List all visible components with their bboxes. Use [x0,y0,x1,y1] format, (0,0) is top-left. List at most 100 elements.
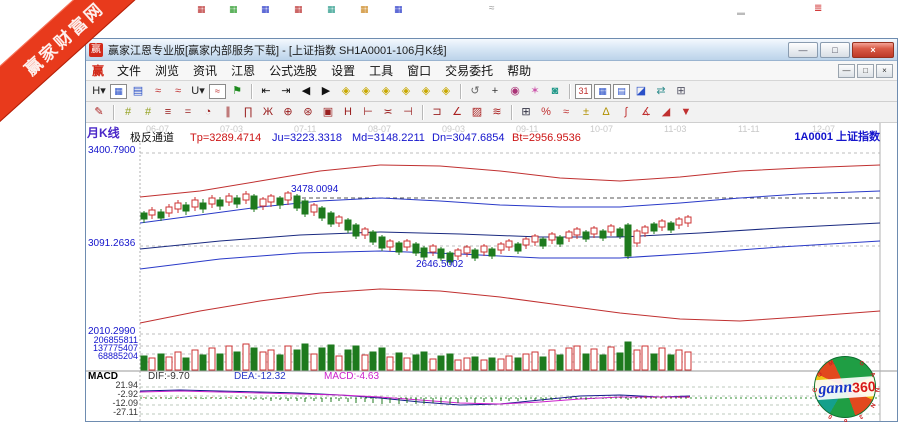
maximize-button[interactable]: □ [820,42,850,58]
gann-grid-2-icon[interactable]: # [139,104,157,121]
menu-item-8[interactable]: 窗口 [400,62,438,79]
data-transfer-icon[interactable]: ⇄ [652,83,670,100]
period-label: 月K线 [87,127,120,139]
magnifier-icon[interactable]: ◉ [506,83,524,100]
save-layout-icon[interactable]: ◪ [632,83,650,100]
box-tool-icon[interactable]: ▣ [319,104,337,121]
dn-value: Dn=3047.6854 [432,133,504,144]
grid-window-icon[interactable]: ⊞ [517,104,535,121]
refresh-icon[interactable]: ↺ [466,83,484,100]
compress-bars-icon[interactable]: ◈ [377,83,395,100]
doc-restore-button[interactable]: □ [857,64,874,78]
last-bar-icon[interactable]: ⇥ [277,83,295,100]
chart-area[interactable]: 月K线1A0001 上证指数极反通道Tp=3289.4714Ju=3223.33… [86,123,897,421]
h-tool-icon[interactable]: Η [339,104,357,121]
price-tick: 3091.2636 [88,239,135,249]
date-tick: 06-07 [146,125,169,134]
label: ▦ [197,5,206,14]
triangle-tool-icon[interactable]: ◢ [657,104,675,121]
quote-list-icon[interactable]: ▤ [613,84,630,99]
shade-tool-icon[interactable]: ▨ [468,104,486,121]
label: ▦ [294,5,303,14]
matrix-view-icon[interactable]: ▦ [594,84,611,99]
rose-tool-icon[interactable]: ⊛ [299,104,317,121]
trend-tool-1-icon[interactable]: ≈ [149,83,167,100]
flag-marker-icon[interactable]: ⚑ [228,83,246,100]
mark-tool-icon[interactable]: ✶ [526,83,544,100]
price-tick: 3400.7900 [88,146,135,156]
menu-app-icon: 赢 [92,62,104,79]
bt-line [140,289,880,323]
close-button[interactable]: × [852,42,894,58]
crosshair-icon[interactable]: + [486,83,504,100]
fit-screen-icon[interactable]: ◈ [417,83,435,100]
full-view-icon[interactable]: ◈ [437,83,455,100]
prev-bar-icon[interactable]: ◀ [297,83,315,100]
titlebar[interactable]: 赢 赢家江恩专业版[赢家内部服务下载] - [上证指数 SH1A0001-106… [86,39,897,61]
gann360-ring-char: · [844,357,846,363]
rect-select-icon[interactable]: ⊐ [428,104,446,121]
gann-grid-1-icon[interactable]: # [119,104,137,121]
menu-bar: 赢 文件浏览资讯江恩公式选股设置工具窗口交易委托帮助 —□× [86,61,897,81]
kline-style-icon[interactable]: ▦ [110,84,127,99]
next-bar-icon[interactable]: ▶ [317,83,335,100]
curve-tool-icon[interactable]: ≈ [557,104,575,121]
menu-item-10[interactable]: 帮助 [500,62,538,79]
gann-wheel-icon[interactable]: ⊕ [279,104,297,121]
angle-tool-icon[interactable]: Ж [259,104,277,121]
plusminus-tool-icon[interactable]: ± [577,104,595,121]
marker-down-icon[interactable]: ▼ [677,104,695,121]
first-bar-icon[interactable]: ⇤ [257,83,275,100]
menu-item-4[interactable]: 江恩 [224,62,262,79]
minimize-button[interactable]: — [788,42,818,58]
band-tool-icon[interactable]: ≍ [379,104,397,121]
md-value: Md=3148.2211 [352,133,425,144]
date-tick: 11-11 [738,125,760,134]
date-tick: 12-07 [812,125,835,134]
period-selector-icon[interactable]: H▾ [90,83,108,100]
vertical-lines-icon[interactable]: ∥ [219,104,237,121]
draw-pen-icon[interactable]: ✎ [90,104,108,121]
angle-measure-icon[interactable]: ∠ [448,104,466,121]
info-panel-icon[interactable]: ▤ [129,83,147,100]
integral-tool-icon[interactable]: ∫ [617,104,635,121]
toolbar-separator [569,84,570,99]
menu-item-7[interactable]: 工具 [362,62,400,79]
menu-item-5[interactable]: 公式选股 [262,62,324,79]
menu-item-6[interactable]: 设置 [324,62,362,79]
trend-tool-2-icon[interactable]: ≈ [169,83,187,100]
expand-bars-icon[interactable]: ◈ [397,83,415,100]
theme-tool-icon[interactable]: ◙ [546,83,564,100]
gann-fan-icon[interactable]: ◔ [199,104,217,121]
delta-tool-icon[interactable]: Δ [597,104,615,121]
window-split-icon[interactable]: ⊞ [672,83,690,100]
menu-item-1[interactable]: 文件 [110,62,148,79]
gann360-logo: gann360 ·GANN360·COM [811,354,881,422]
gann360-ring-char: N [873,388,879,392]
angle2-tool-icon[interactable]: ∡ [637,104,655,121]
date-tick: 09-03 [442,125,465,134]
menu-item-9[interactable]: 交易委托 [438,62,500,79]
percent-tool-icon[interactable]: % [537,104,555,121]
zoom-out-x-icon[interactable]: ◈ [337,83,355,100]
calendar-icon[interactable]: 31 [575,84,592,99]
parallel-lines-icon[interactable]: = [179,104,197,121]
doc-close-button[interactable]: × [876,64,893,78]
speed-lines-icon[interactable]: ≡ [159,104,177,121]
ray-tool-icon[interactable]: ⊢ [359,104,377,121]
unit-selector-icon[interactable]: U▾ [189,83,207,100]
price-grid-icon[interactable]: ∏ [239,104,257,121]
app-icon: 赢 [89,43,103,57]
screenshot-stage: ▦▦▦▦▦▦▦≈≣▬▄▄▄▄ ▄▄▄▄▄ ▄▄▄ 赢家财富网 赢 赢家江恩专业版… [0,0,900,422]
gann360-logo-gann-text: gann [818,379,853,399]
label: ▦ [394,5,403,14]
retrace-tool-icon[interactable]: ⊣ [399,104,417,121]
indicator-window-icon[interactable]: ≈ [209,84,226,99]
menu-item-3[interactable]: 资讯 [186,62,224,79]
window-title: 赢家江恩专业版[赢家内部服务下载] - [上证指数 SH1A0001-106月K… [108,42,782,58]
menu-item-2[interactable]: 浏览 [148,62,186,79]
gann360-logo-band: gann360 [814,376,876,401]
wave-tool-icon[interactable]: ≋ [488,104,506,121]
zoom-in-x-icon[interactable]: ◈ [357,83,375,100]
doc-minimize-button[interactable]: — [838,64,855,78]
